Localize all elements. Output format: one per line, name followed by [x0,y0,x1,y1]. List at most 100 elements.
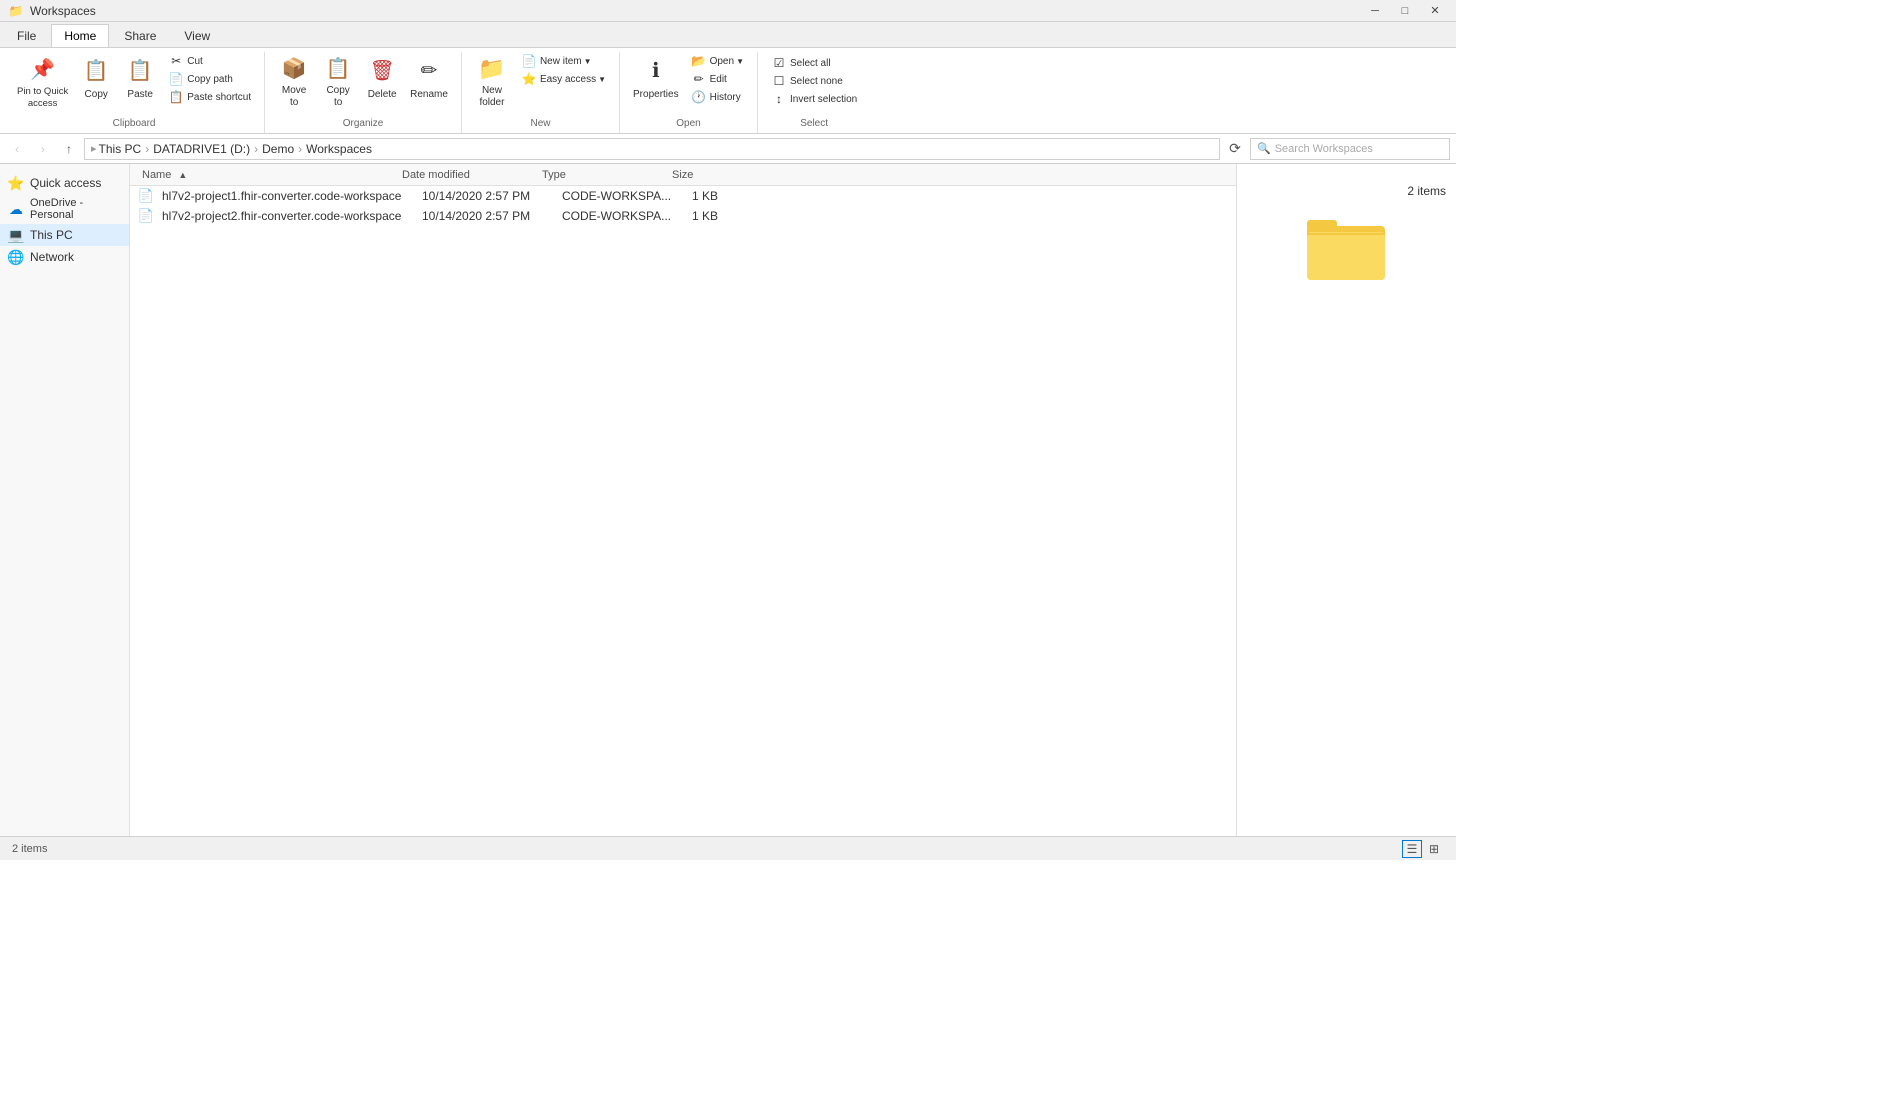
sidebar-item-quickaccess[interactable]: ⭐ Quick access [0,172,129,194]
new-folder-icon: 📁 [476,55,508,83]
sidebar-item-thispc[interactable]: 💻 This PC [0,224,129,246]
open-arrow: ▼ [736,57,744,66]
file-icon-2: 📄 [138,208,154,224]
folder-icon: 📁 [8,3,24,19]
address-path[interactable]: ▸ This PC › DATADRIVE1 (D:) › Demo › Wor… [84,138,1220,160]
invert-label: Invert selection [790,94,857,105]
easy-access-button[interactable]: ⭐ Easy access ▼ [516,70,611,88]
move-to-button[interactable]: 📦 Moveto [273,52,315,112]
file-list: 📄 hl7v2-project1.fhir-converter.code-wor… [130,186,1236,836]
properties-button[interactable]: ℹ Properties [628,52,684,112]
copy-to-icon: 📋 [322,55,354,83]
table-row[interactable]: 📄 hl7v2-project1.fhir-converter.code-wor… [130,186,1236,206]
rename-icon: ✏ [413,55,445,87]
status-text: 2 items [12,843,47,855]
up-button[interactable]: ↑ [58,138,80,160]
close-button[interactable]: ✕ [1422,2,1448,20]
new-item-button[interactable]: 📄 New item ▼ [516,52,611,70]
open-label: Open [710,56,734,67]
back-button[interactable]: ‹ [6,138,28,160]
invert-selection-button[interactable]: ↕ Invert selection [766,90,862,108]
file-list-header: Name ▲ Date modified Type Size [130,164,1236,186]
file-icon-1: 📄 [138,188,154,204]
delete-icon: 🗑 [366,55,398,87]
crumb-datadrive: DATADRIVE1 (D:) [153,142,250,156]
maximize-button[interactable]: □ [1392,2,1418,20]
file-date-2: 10/14/2020 2:57 PM [418,209,558,223]
organize-label: Organize [265,118,461,129]
ribbon-group-clipboard: 📌 Pin to Quickaccess 📋 Copy 📋 Paste ✂ Cu… [4,52,265,133]
paste-shortcut-button[interactable]: 📋 Paste shortcut [163,88,256,106]
sidebar-item-network[interactable]: 🌐 Network [0,246,129,268]
ribbon-group-open: ℹ Properties 📂 Open ▼ ✏ Edit 🕐 History [620,52,758,133]
copy-to-button[interactable]: 📋 Copyto [317,52,359,112]
title-bar-left: 📁 Workspaces [8,3,96,19]
new-small-group: 📄 New item ▼ ⭐ Easy access ▼ [516,52,611,104]
select-all-button[interactable]: ☑ Select all [766,54,862,72]
select-all-icon: ☑ [771,55,787,71]
new-item-label: New item [540,56,582,67]
header-type[interactable]: Type [538,169,668,181]
list-view-button[interactable]: ☰ [1402,840,1422,858]
history-button[interactable]: 🕐 History [686,88,749,106]
preview-pane: 2 items [1236,164,1456,836]
crumb-thispc: This PC [99,142,142,156]
tab-share[interactable]: Share [111,24,169,47]
grid-view-button[interactable]: ⊞ [1424,840,1444,858]
minimize-button[interactable]: ─ [1362,2,1388,20]
easy-access-label: Easy access [540,74,596,85]
header-name[interactable]: Name ▲ [138,169,398,181]
new-folder-button[interactable]: 📁 Newfolder [470,52,514,112]
forward-button[interactable]: › [32,138,54,160]
header-date[interactable]: Date modified [398,169,538,181]
select-all-label: Select all [790,58,831,69]
rename-button[interactable]: ✏ Rename [405,52,453,112]
ribbon-group-new: 📁 Newfolder 📄 New item ▼ ⭐ Easy access ▼… [462,52,620,133]
rename-label: Rename [410,89,448,101]
move-to-label: Moveto [282,85,306,109]
delete-button[interactable]: 🗑 Delete [361,52,403,112]
open-button[interactable]: 📂 Open ▼ [686,52,749,70]
ribbon-group-organize: 📦 Moveto 📋 Copyto 🗑 Delete ✏ Rename Orga… [265,52,462,133]
search-icon: 🔍 [1257,142,1271,155]
date-header-label: Date modified [402,169,470,181]
refresh-button[interactable]: ⟳ [1224,138,1246,160]
sidebar-item-onedrive[interactable]: ☁ OneDrive - Personal [0,194,129,224]
history-label: History [710,92,741,103]
sort-arrow: ▲ [178,170,187,180]
paste-shortcut-label: Paste shortcut [187,92,251,103]
edit-button[interactable]: ✏ Edit [686,70,749,88]
pc-crumb: ▸ [91,142,97,155]
cut-button[interactable]: ✂ Cut [163,52,256,70]
new-label: New [462,118,619,129]
quick-access-icon: ⭐ [8,175,24,191]
file-type-1: CODE-WORKSPA... [558,189,688,203]
file-name-1: hl7v2-project1.fhir-converter.code-works… [158,189,418,203]
preview-count: 2 items [1407,184,1446,198]
paste-label: Paste [127,89,153,101]
copy-path-label: Copy path [187,74,233,85]
easy-access-icon: ⭐ [521,71,537,87]
quick-access-label: Quick access [30,176,101,190]
copy-large-button[interactable]: 📋 Copy [75,52,117,112]
name-header-label: Name [142,169,171,181]
tab-view[interactable]: View [171,24,223,47]
table-row[interactable]: 📄 hl7v2-project2.fhir-converter.code-wor… [130,206,1236,226]
ribbon-tabs: File Home Share View [0,22,1456,48]
pin-to-quick-access-button[interactable]: 📌 Pin to Quickaccess [12,52,73,112]
tab-home[interactable]: Home [51,24,109,47]
status-bar: 2 items ☰ ⊞ [0,836,1456,860]
search-box[interactable]: 🔍 Search Workspaces [1250,138,1450,160]
preview-folder-icon [1307,214,1387,284]
ribbon: 📌 Pin to Quickaccess 📋 Copy 📋 Paste ✂ Cu… [0,48,1456,134]
copy-path-button[interactable]: 📄 Copy path [163,70,256,88]
new-item-icon: 📄 [521,53,537,69]
easy-access-arrow: ▼ [598,75,606,84]
paste-button[interactable]: 📋 Paste [119,52,161,112]
tab-file[interactable]: File [4,24,49,47]
pin-icon: 📌 [27,55,59,84]
invert-icon: ↕ [771,91,787,107]
header-size[interactable]: Size [668,169,728,181]
properties-icon: ℹ [640,55,672,87]
select-none-button[interactable]: ☐ Select none [766,72,862,90]
